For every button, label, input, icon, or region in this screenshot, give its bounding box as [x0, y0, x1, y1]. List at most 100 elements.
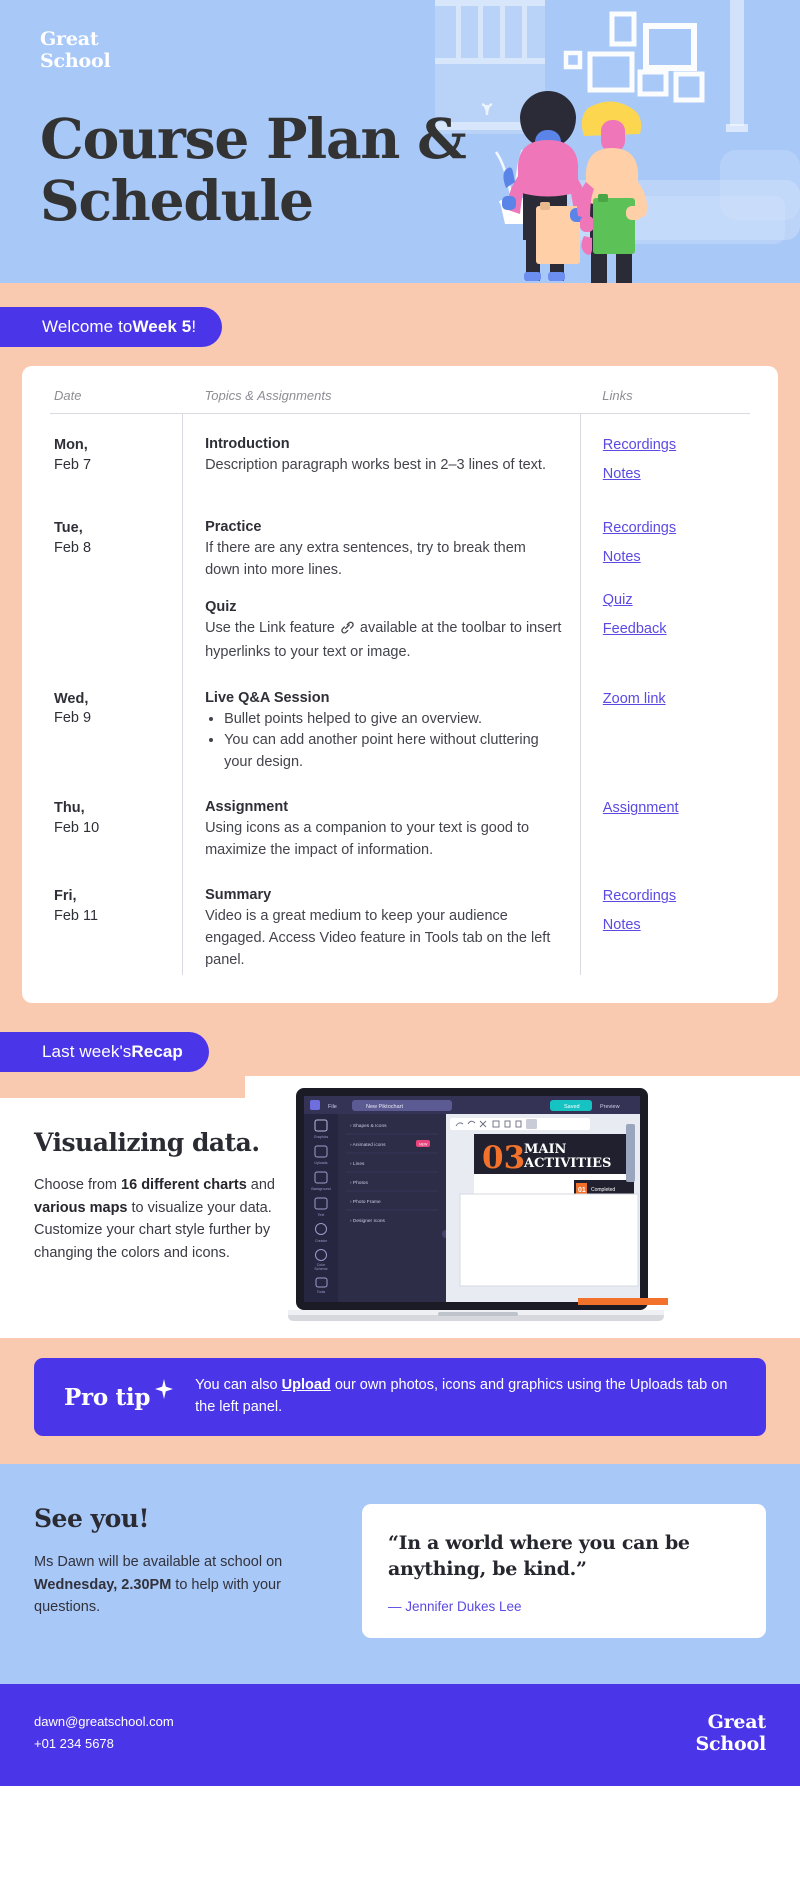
week-badge: Welcome to Week 5! — [0, 307, 223, 347]
row-date: Feb 7 — [54, 456, 92, 473]
row-date-cell: Mon, Feb 7 — [50, 414, 183, 498]
recap-badge: Last week's Recap — [0, 1032, 209, 1073]
svg-text:Completed: Completed — [591, 1187, 615, 1193]
row-day: Mon, — [54, 437, 88, 453]
link-notes[interactable]: Notes — [603, 916, 750, 936]
peach-notch — [0, 1076, 245, 1099]
topic-title: Introduction — [205, 436, 290, 452]
link-recordings[interactable]: Recordings — [603, 887, 750, 907]
laptop-mockup: File New Piktochart Saved Preview Graphi… — [288, 1088, 668, 1322]
footer-logo-line-2: School — [695, 1733, 767, 1756]
topic-desc-before: Use the Link feature — [205, 620, 339, 637]
svg-text:› Shapes & Icons: › Shapes & Icons — [350, 1123, 387, 1129]
table-row: Tue, Feb 8 Practice If there are any ext… — [50, 497, 750, 668]
protip-card: Pro tip You can also Upload our own phot… — [34, 1358, 766, 1436]
svg-text:Text: Text — [318, 1213, 325, 1217]
recap-badge-wrap: Last week's Recap — [0, 1003, 800, 1073]
link-notes[interactable]: Notes — [603, 465, 750, 485]
list-item: You can add another point here without c… — [224, 730, 564, 773]
svg-text:NEW: NEW — [419, 1143, 428, 1147]
schedule-table: Date Topics & Assignments Links Mon, Feb… — [50, 388, 750, 976]
row-day: Fri, — [54, 888, 77, 905]
row-date-cell: Wed, Feb 9 — [50, 668, 183, 778]
table-row: Mon, Feb 7 Introduction Description para… — [50, 413, 750, 498]
protip-upload-link[interactable]: Upload — [282, 1377, 331, 1393]
topic-title: Summary — [205, 887, 272, 904]
row-links-cell: Recordings Notes — [579, 865, 750, 976]
row-day: Wed, — [54, 690, 89, 707]
footer-logo-line-1: Great — [707, 1710, 767, 1733]
seeyou-p1: Ms Dawn will be available at school on — [34, 1553, 283, 1570]
topic-desc: Use the Link feature available at the to… — [205, 618, 564, 663]
footer-email[interactable]: dawn@greatschool.com — [34, 1711, 174, 1733]
link-assignment[interactable]: Assignment — [603, 799, 750, 819]
topic-desc: If there are any extra sentences, try to… — [205, 540, 526, 578]
column-header-links: Links — [580, 388, 750, 414]
topic-title: Assignment — [205, 799, 289, 816]
topic-title: Live Q&A Session — [205, 689, 330, 706]
row-date-cell: Thu, Feb 10 — [50, 777, 183, 865]
table-row: Thu, Feb 10 Assignment Using icons as a … — [50, 777, 750, 866]
footer-contact: dawn@greatschool.com +01 234 5678 — [34, 1711, 174, 1756]
svg-text:› Designer Icons: › Designer Icons — [350, 1218, 386, 1224]
svg-text:Graphics: Graphics — [314, 1135, 329, 1139]
svg-text:ACTIVITIES: ACTIVITIES — [523, 1156, 611, 1171]
week-badge-prefix: Welcome to — [42, 317, 133, 336]
link-notes[interactable]: Notes — [603, 548, 750, 568]
svg-text:01: 01 — [578, 1187, 586, 1194]
protip-text: You can also Upload our own photos, icon… — [195, 1375, 742, 1419]
topic-title: Quiz — [205, 599, 237, 616]
row-day: Thu, — [54, 800, 85, 817]
row-topics-cell: Summary Video is a great medium to keep … — [182, 865, 581, 976]
link-icon — [340, 620, 355, 642]
link-group: Zoom link — [603, 690, 750, 710]
page-footer: dawn@greatschool.com +01 234 5678 Great … — [0, 1683, 800, 1786]
svg-text:› Photo Frame: › Photo Frame — [350, 1199, 381, 1205]
footer-phone[interactable]: +01 234 5678 — [34, 1733, 174, 1755]
svg-text:Preview: Preview — [600, 1104, 620, 1110]
link-feedback[interactable]: Feedback — [603, 620, 750, 640]
row-date: Feb 11 — [54, 908, 99, 925]
link-recordings[interactable]: Recordings — [603, 519, 750, 539]
recap-section: Visualizing data. Choose from 16 differe… — [0, 1076, 800, 1339]
recap-badge-prefix: Last week's — [42, 1042, 132, 1062]
recap-b2: various maps — [34, 1199, 128, 1216]
svg-text:› Lines: › Lines — [350, 1161, 365, 1167]
logo-line-1: Great — [40, 28, 99, 50]
link-zoom[interactable]: Zoom link — [603, 690, 750, 710]
seeyou-paragraph: Ms Dawn will be available at school on W… — [34, 1551, 334, 1619]
link-group: Recordings Notes — [603, 519, 750, 567]
table-row: Wed, Feb 9 Live Q&A Session Bullet point… — [50, 667, 750, 778]
page-header: Great School Course Plan & Schedule — [0, 0, 800, 283]
svg-text:File: File — [328, 1104, 337, 1110]
quote-card: “In a world where you can be anything, b… — [362, 1503, 766, 1638]
schedule-card: Date Topics & Assignments Links Mon, Feb… — [22, 366, 778, 1004]
row-links-cell: Recordings Notes Quiz Feedback — [579, 497, 750, 668]
link-group: Recordings Notes — [603, 436, 750, 484]
recap-paragraph: Choose from 16 different charts and vari… — [34, 1174, 284, 1264]
svg-text:Tools: Tools — [317, 1290, 326, 1294]
row-day: Tue, — [54, 520, 83, 537]
header-logo: Great School — [40, 28, 111, 73]
row-links-cell: Zoom link — [579, 667, 750, 778]
link-recordings[interactable]: Recordings — [603, 436, 750, 456]
schedule-section: Welcome to Week 5! Date Topics & Assignm… — [0, 283, 800, 1077]
row-topics-cell: Assignment Using icons as a companion to… — [182, 777, 581, 866]
row-date-cell: Fri, Feb 11 — [50, 865, 183, 975]
link-quiz[interactable]: Quiz — [603, 591, 750, 611]
topic-desc: Description paragraph works best in 2–3 … — [205, 457, 546, 473]
svg-text:Saved: Saved — [564, 1104, 580, 1110]
link-group: Assignment — [603, 799, 750, 819]
row-date-cell: Tue, Feb 8 — [50, 497, 183, 667]
seeyou-section: See you! Ms Dawn will be available at sc… — [0, 1463, 800, 1684]
table-row: Fri, Feb 11 Summary Video is a great med… — [50, 865, 750, 976]
recap-p1: Choose from — [34, 1177, 122, 1194]
week-badge-strong: Week 5 — [132, 317, 192, 336]
column-header-topics: Topics & Assignments — [182, 388, 581, 414]
svg-text:› Animated icons: › Animated icons — [350, 1142, 386, 1148]
link-group: Recordings Notes — [603, 887, 750, 935]
svg-text:MAIN: MAIN — [524, 1142, 567, 1157]
svg-text:03: 03 — [482, 1140, 525, 1176]
seeyou-b1: Wednesday, 2.30PM — [34, 1576, 172, 1593]
svg-text:› Photos: › Photos — [350, 1180, 368, 1186]
